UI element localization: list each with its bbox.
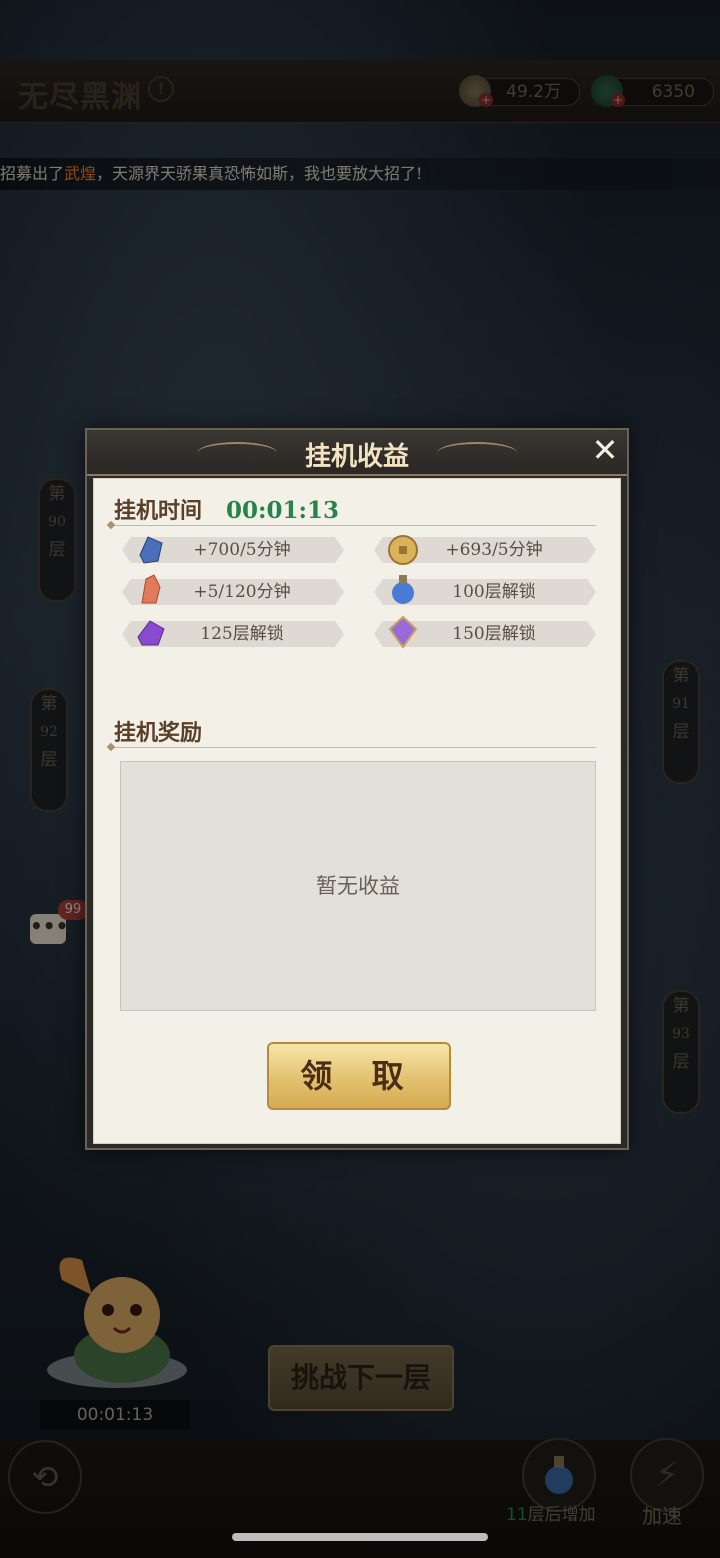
purple-crystal-icon bbox=[137, 620, 165, 646]
blue-potion-icon bbox=[392, 575, 414, 604]
idle-earnings-dialog: 挂机收益 ✕ 挂机时间 00:01:13 +700/5分钟 +693/5分钟 +… bbox=[85, 428, 629, 1150]
section-divider bbox=[112, 747, 596, 748]
red-crystal-icon bbox=[141, 574, 161, 604]
purple-gem-icon bbox=[388, 615, 418, 649]
section-divider bbox=[112, 525, 596, 526]
gold-coin-icon bbox=[388, 535, 418, 565]
idle-reward-label: 挂机奖励 bbox=[114, 720, 203, 746]
home-indicator[interactable] bbox=[232, 1533, 488, 1541]
empty-reward-text: 暂无收益 bbox=[316, 874, 400, 898]
reward-box: 暂无收益 bbox=[120, 761, 596, 1011]
dialog-body: 挂机时间 00:01:13 +700/5分钟 +693/5分钟 +5/120分钟… bbox=[93, 478, 621, 1144]
blue-crystal-icon bbox=[139, 536, 163, 564]
claim-button[interactable]: 领 取 bbox=[267, 1042, 451, 1110]
dialog-header: 挂机收益 ✕ bbox=[87, 430, 627, 476]
idle-time-label: 挂机时间 bbox=[114, 498, 203, 524]
idle-time-value: 00:01:13 bbox=[226, 497, 340, 524]
close-icon[interactable]: ✕ bbox=[589, 434, 621, 466]
dialog-title: 挂机收益 bbox=[304, 442, 409, 472]
